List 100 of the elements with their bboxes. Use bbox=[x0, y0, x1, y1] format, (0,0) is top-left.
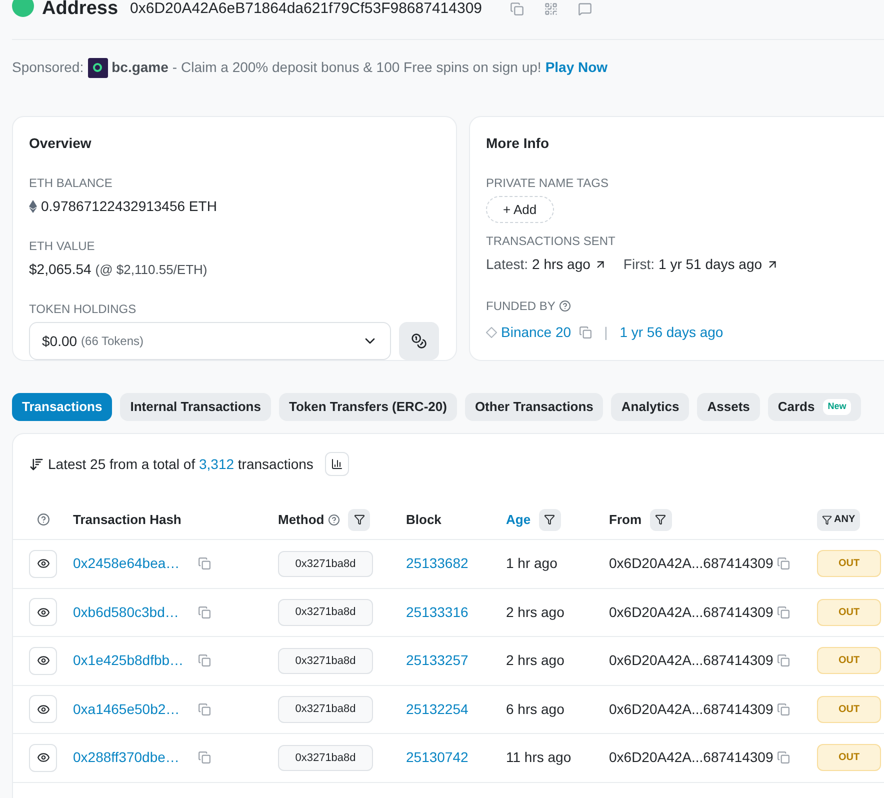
summary-text: Latest 25 from a total of 3,312 transactions bbox=[48, 454, 314, 474]
age-text: 2 hrs ago bbox=[506, 651, 566, 670]
play-now-link[interactable]: Play Now bbox=[545, 57, 608, 78]
eye-icon bbox=[36, 654, 50, 668]
ethereum-icon bbox=[29, 200, 37, 213]
tab[interactable]: Other Transactions bbox=[464, 393, 604, 421]
filter-icon bbox=[655, 514, 666, 525]
copy-icon[interactable] bbox=[510, 2, 524, 16]
column-header: Method bbox=[278, 510, 324, 529]
tab[interactable]: Transactions bbox=[12, 393, 112, 421]
column-header: From bbox=[609, 510, 642, 529]
filter-icon bbox=[544, 514, 556, 525]
age-text: 11 hrs ago bbox=[506, 748, 572, 768]
transaction-hash-link[interactable]: 0x288ff370dbe… bbox=[73, 747, 198, 768]
eth-value: $2,065.54 bbox=[29, 260, 92, 279]
copy-icon[interactable] bbox=[198, 606, 211, 619]
eye-icon bbox=[36, 557, 50, 570]
sponsor-logo-icon bbox=[88, 58, 108, 78]
block-link[interactable]: 25133682 bbox=[406, 553, 506, 574]
view-details-button[interactable] bbox=[29, 695, 57, 724]
transactions-count-link[interactable]: 3,312 bbox=[198, 456, 234, 472]
column-header: Block bbox=[406, 510, 442, 529]
direction-badge: OUT bbox=[817, 550, 881, 578]
from-address: 0x6D20A42A...687414309 bbox=[609, 651, 774, 670]
latest-transaction-link[interactable]: 2 hrs ago bbox=[532, 254, 590, 275]
field-label: TOKEN HOLDINGS bbox=[29, 301, 138, 318]
token-view-button[interactable] bbox=[399, 322, 439, 360]
separator-text: | bbox=[604, 323, 608, 342]
eye-icon bbox=[36, 751, 50, 764]
method-badge: 0x3271ba8d bbox=[278, 550, 373, 577]
address-avatar bbox=[12, 0, 34, 17]
comment-icon[interactable] bbox=[578, 2, 592, 16]
direction-badge: OUT bbox=[817, 598, 881, 626]
direction-badge: OUT bbox=[817, 744, 881, 772]
copy-icon[interactable] bbox=[198, 702, 211, 716]
direction-badge: OUT bbox=[817, 696, 881, 723]
method-badge: 0x3271ba8d bbox=[278, 696, 373, 722]
copy-icon[interactable] bbox=[777, 654, 790, 668]
view-details-button[interactable] bbox=[29, 744, 57, 772]
tab[interactable]: Assets bbox=[697, 393, 760, 421]
copy-icon[interactable] bbox=[777, 606, 790, 619]
chart-view-button[interactable] bbox=[325, 452, 350, 476]
transaction-hash-link[interactable]: 0xa1465e50b2… bbox=[73, 698, 198, 720]
eye-icon bbox=[36, 606, 50, 619]
copy-icon[interactable] bbox=[777, 702, 790, 716]
age-text: 2 hrs ago bbox=[506, 602, 566, 622]
block-link[interactable]: 25130742 bbox=[406, 747, 506, 768]
filter-button[interactable] bbox=[650, 508, 672, 530]
first-transaction-link[interactable]: 1 yr 51 days ago bbox=[658, 254, 762, 275]
first-label: First: bbox=[623, 255, 655, 274]
filter-icon bbox=[822, 514, 832, 524]
block-link[interactable]: 25132254 bbox=[406, 698, 506, 720]
field-label: TRANSACTIONS SENT bbox=[486, 233, 616, 250]
help-icon bbox=[328, 514, 340, 526]
column-header: Transaction Hash bbox=[73, 510, 182, 529]
column-header: Age bbox=[506, 510, 531, 529]
latest-label: Latest: bbox=[486, 255, 528, 274]
card-title: Overview bbox=[29, 134, 92, 153]
block-link[interactable]: 25133257 bbox=[406, 650, 506, 672]
view-details-button[interactable] bbox=[29, 550, 57, 578]
tab[interactable]: Internal Transactions bbox=[120, 393, 271, 421]
view-details-button[interactable] bbox=[29, 646, 57, 675]
copy-icon[interactable] bbox=[198, 654, 211, 668]
field-label: FUNDED BY bbox=[486, 298, 556, 315]
token-holdings-dropdown[interactable]: $0.00 (66 Tokens) bbox=[29, 322, 391, 360]
card-title: More Info bbox=[486, 134, 550, 153]
method-badge: 0x3271ba8d bbox=[278, 599, 373, 626]
tab[interactable]: Cards New bbox=[768, 393, 862, 421]
copy-icon[interactable] bbox=[777, 557, 790, 570]
funded-age-link[interactable]: 1 yr 56 days ago bbox=[620, 322, 724, 343]
sponsored-label: Sponsored: bbox=[12, 58, 84, 77]
page-title: Address bbox=[42, 0, 118, 21]
transaction-hash-link[interactable]: 0x1e425b8dfbb… bbox=[73, 650, 198, 672]
direction-badge: OUT bbox=[817, 647, 881, 674]
method-badge: 0x3271ba8d bbox=[278, 744, 373, 771]
copy-icon[interactable] bbox=[777, 751, 790, 764]
address-text: 0x6D20A42A6eB71864da621f79Cf53F98687414309 bbox=[130, 0, 482, 19]
tab[interactable]: Analytics bbox=[611, 393, 690, 421]
from-address: 0x6D20A42A...687414309 bbox=[609, 748, 774, 768]
eye-icon bbox=[36, 702, 50, 716]
transaction-hash-link[interactable]: 0xb6d580c3bd… bbox=[73, 602, 198, 623]
view-details-button[interactable] bbox=[29, 598, 57, 626]
from-address: 0x6D20A42A...687414309 bbox=[609, 700, 774, 719]
qr-code-icon[interactable] bbox=[544, 2, 558, 16]
transaction-hash-link[interactable]: 0x2458e64bea… bbox=[73, 553, 198, 574]
field-label: ETH VALUE bbox=[29, 238, 96, 255]
block-link[interactable]: 25133316 bbox=[406, 602, 506, 623]
filter-button[interactable] bbox=[348, 508, 370, 530]
eth-rate: (@ $2,110.55/ETH) bbox=[95, 260, 208, 279]
sort-icon bbox=[29, 456, 44, 472]
direction-filter-button[interactable]: ANY bbox=[817, 508, 860, 530]
copy-icon[interactable] bbox=[198, 557, 211, 570]
copy-icon[interactable] bbox=[579, 326, 592, 339]
copy-icon[interactable] bbox=[198, 751, 211, 764]
from-address: 0x6D20A42A...687414309 bbox=[609, 554, 774, 574]
funder-link[interactable]: Binance 20 bbox=[501, 322, 572, 343]
add-tag-button[interactable]: + Add bbox=[486, 196, 554, 223]
filter-button[interactable] bbox=[538, 508, 561, 530]
sponsor-brand: bc.game bbox=[112, 58, 168, 77]
tab[interactable]: Token Transfers (ERC-20) bbox=[278, 393, 457, 421]
